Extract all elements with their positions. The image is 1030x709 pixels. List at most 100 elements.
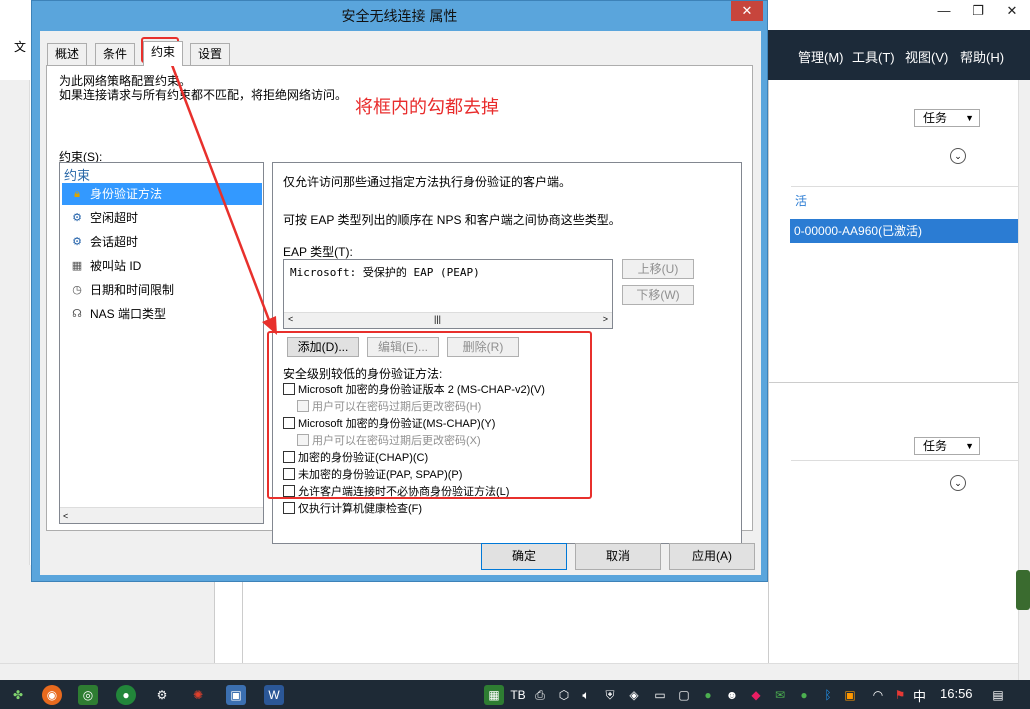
- description-line-2: 如果连接请求与所有约束都不匹配，将拒绝网络访问。: [59, 88, 348, 102]
- apply-button[interactable]: 应用(A): [669, 543, 755, 570]
- battery-icon[interactable]: ▭: [650, 685, 670, 705]
- tray-text-icon[interactable]: TB: [508, 685, 528, 705]
- flag-icon[interactable]: ⚑: [890, 685, 910, 705]
- annotation-text: 将框内的勾都去掉: [355, 97, 499, 117]
- swirl-icon[interactable]: ✺: [188, 685, 208, 705]
- lock-icon: 🔒︎: [74, 188, 80, 200]
- chat-icon[interactable]: ●: [116, 685, 136, 705]
- ok-button[interactable]: 确定: [481, 543, 567, 570]
- tray-window-icon[interactable]: ▢: [674, 685, 694, 705]
- close-button[interactable]: ✕: [996, 0, 1028, 22]
- checkbox-label: 仅执行计算机健康检查(F): [298, 503, 423, 515]
- menu-help[interactable]: 帮助(H): [960, 47, 1004, 66]
- move-down-button[interactable]: 下移(W): [622, 285, 694, 305]
- expand-chevron-icon[interactable]: ⌄: [950, 475, 966, 491]
- tray-chat-icon[interactable]: ●: [794, 685, 814, 705]
- annotation-checkbox-highlight: [267, 331, 592, 499]
- tree-item-label: NAS 端口类型: [90, 307, 167, 321]
- session-timeout-icon: ⚙: [72, 236, 82, 248]
- tree-header: 约束: [64, 168, 91, 183]
- tray-app-icon[interactable]: ▦: [484, 685, 504, 705]
- menu-manage[interactable]: 管理(M): [798, 47, 844, 66]
- volume-icon[interactable]: 🔈︎: [576, 685, 596, 705]
- tab-conditions[interactable]: 条件: [95, 43, 136, 65]
- dialog-title: 安全无线连接 属性: [341, 8, 458, 24]
- security-icon[interactable]: ◈: [624, 685, 644, 705]
- minimize-button[interactable]: —: [928, 0, 960, 22]
- tree-item-nas-port[interactable]: ☊ NAS 端口类型: [62, 303, 262, 325]
- constraints-tree[interactable]: 约束 🔒︎ 身份验证方法 ⚙ 空闲超时 ⚙ 会话超时 ▦ 被叫站 ID ◷ 日期和时间限制: [59, 162, 264, 524]
- wifi-icon[interactable]: ◠: [868, 685, 888, 705]
- tree-item-idle-timeout[interactable]: ⚙ 空闲超时: [62, 207, 262, 229]
- wechat-icon[interactable]: ✉: [770, 685, 790, 705]
- maximize-button[interactable]: ❐: [962, 0, 994, 22]
- checkbox-box[interactable]: [283, 502, 295, 514]
- tasks-label: 任务: [923, 439, 948, 453]
- called-station-icon: ▦: [71, 260, 83, 272]
- scroll-left-icon[interactable]: <: [63, 511, 68, 521]
- printer-icon[interactable]: ⎙: [530, 685, 550, 705]
- scroll-left-icon[interactable]: <: [288, 314, 293, 324]
- menu-tools[interactable]: 工具(T): [852, 47, 895, 66]
- background-menubar: 管理(M) 工具(T) 视图(V) 帮助(H): [768, 30, 1030, 80]
- tree-item-label: 身份验证方法: [90, 187, 163, 201]
- tasks-label: 任务: [923, 111, 948, 125]
- firefox-icon[interactable]: ◉: [42, 685, 62, 705]
- start-icon[interactable]: ✤: [8, 685, 28, 705]
- eap-types-label: EAP 类型(T):: [283, 245, 353, 259]
- tab-overview[interactable]: 概述: [47, 43, 88, 65]
- scroll-right-icon[interactable]: >: [603, 314, 608, 324]
- tree-item-session-timeout[interactable]: ⚙ 会话超时: [62, 231, 262, 253]
- ime-indicator[interactable]: 中: [913, 686, 926, 705]
- eap-types-list[interactable]: Microsoft: 受保护的 EAP (PEAP) < ||| >: [283, 259, 613, 329]
- qq-icon[interactable]: ☻: [722, 685, 742, 705]
- horizontal-scrollbar[interactable]: [0, 663, 1018, 680]
- pane-intro: 仅允许访问那些通过指定方法执行身份验证的客户端。: [283, 175, 572, 189]
- expand-chevron-icon[interactable]: ⌄: [950, 148, 966, 164]
- notification-icon[interactable]: ▤: [988, 685, 1008, 705]
- bluetooth-icon[interactable]: ᛒ: [818, 685, 838, 705]
- background-item-fragment: 活: [795, 194, 808, 208]
- eap-order-note: 可按 EAP 类型列出的顺序在 NPS 和客户端之间协商这些类型。: [283, 213, 621, 227]
- tab-constraints[interactable]: 约束: [143, 41, 184, 66]
- eap-list-hscrollbar[interactable]: < ||| >: [284, 312, 612, 328]
- tray-color-icon[interactable]: ◆: [746, 685, 766, 705]
- close-icon: ✕: [741, 3, 753, 18]
- cancel-button[interactable]: 取消: [575, 543, 661, 570]
- taskbar: ✤ ◉ ◎ ● ⚙ ✺ ▣ W ▦ TB ⎙ ⬡ 🔈︎ ⛨ ◈ ▭ ▢ ● ☻ …: [0, 680, 1030, 709]
- shield-icon[interactable]: ⛨: [600, 685, 620, 705]
- menu-view[interactable]: 视图(V): [905, 47, 948, 66]
- tree-item-auth-methods[interactable]: 🔒︎ 身份验证方法: [62, 183, 262, 205]
- move-up-button[interactable]: 上移(U): [622, 259, 694, 279]
- background-menu-fragment: 文: [14, 40, 27, 54]
- tree-horizontal-scrollbar[interactable]: <: [60, 507, 263, 523]
- tree-item-label: 会话超时: [90, 235, 139, 249]
- desktop-widget: [1016, 570, 1030, 610]
- clock[interactable]: 16:56: [940, 686, 973, 701]
- tree-item-label: 空闲超时: [90, 211, 139, 225]
- tray-green-icon[interactable]: ●: [698, 685, 718, 705]
- background-right-panel: 任务 ▼ ⌄ 活 任务 ▼ ⌄: [768, 80, 1019, 680]
- tasks-dropdown-2[interactable]: 任务 ▼: [914, 437, 980, 455]
- word-icon[interactable]: W: [264, 685, 284, 705]
- dropdown-arrow-icon: ▼: [965, 113, 974, 123]
- tasks-dropdown-1[interactable]: 任务 ▼: [914, 109, 980, 127]
- idle-timeout-icon: ⚙: [72, 212, 82, 224]
- app-icon[interactable]: ◎: [78, 685, 98, 705]
- eap-list-item[interactable]: Microsoft: 受保护的 EAP (PEAP): [290, 264, 480, 280]
- health-check-only-checkbox[interactable]: 仅执行计算机健康检查(F): [283, 502, 422, 516]
- network-icon[interactable]: ⬡: [554, 685, 574, 705]
- tray-orange-icon[interactable]: ▣: [840, 685, 860, 705]
- tree-item-date-time[interactable]: ◷ 日期和时间限制: [62, 279, 262, 301]
- image-icon[interactable]: ▣: [226, 685, 246, 705]
- scroll-thumb-icon[interactable]: |||: [434, 314, 441, 324]
- description-line-1: 为此网络策略配置约束。: [59, 74, 192, 88]
- tree-item-label: 日期和时间限制: [90, 283, 175, 297]
- tab-settings[interactable]: 设置: [190, 43, 231, 65]
- dialog-close-button[interactable]: ✕: [731, 1, 763, 21]
- tab-description: 为此网络策略配置约束。 如果连接请求与所有约束都不匹配，将拒绝网络访问。: [59, 74, 347, 102]
- background-selected-row[interactable]: 0-00000-AA960(已激活): [790, 219, 1018, 243]
- dropdown-arrow-icon: ▼: [965, 441, 974, 451]
- gear-icon[interactable]: ⚙: [152, 685, 172, 705]
- tree-item-called-station[interactable]: ▦ 被叫站 ID: [62, 255, 262, 277]
